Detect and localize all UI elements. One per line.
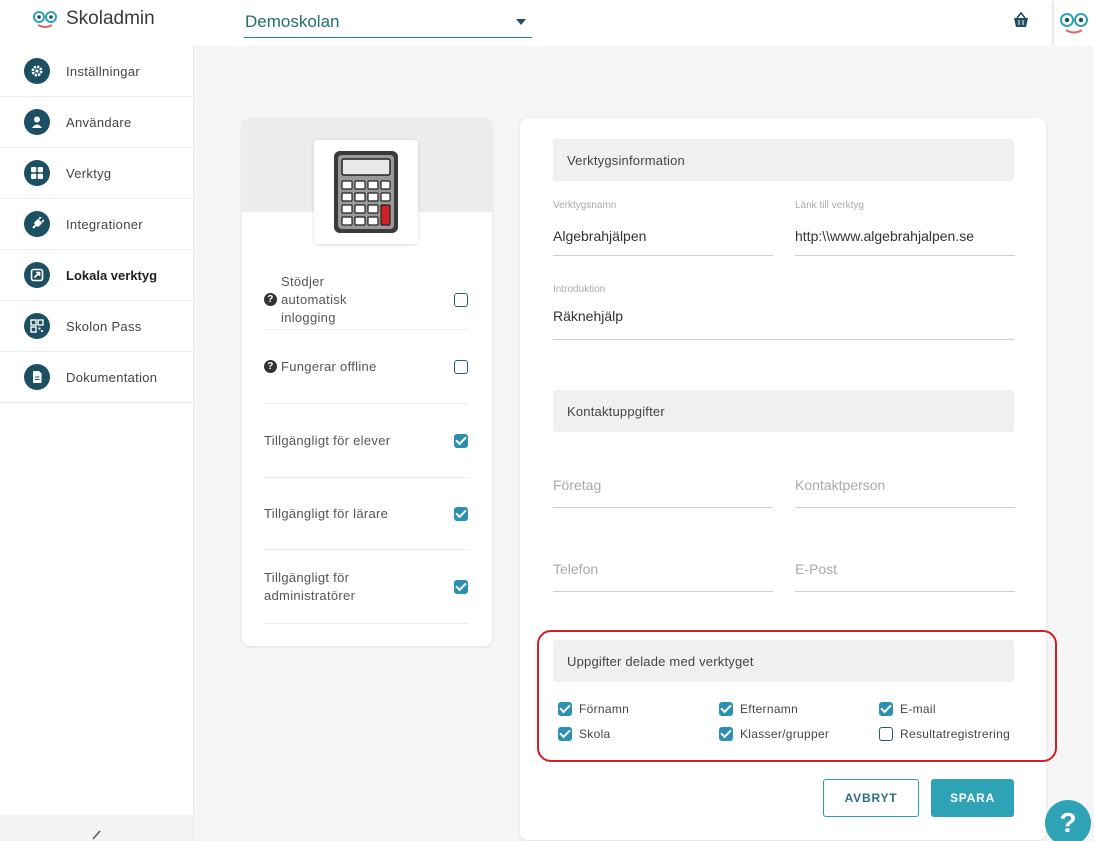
grid-icon bbox=[24, 160, 50, 186]
user-avatar-icon bbox=[1060, 13, 1088, 34]
students-checkbox[interactable] bbox=[454, 433, 468, 448]
company-placeholder: Företag bbox=[553, 477, 602, 493]
sidebar-item-anvandare[interactable]: Användare bbox=[0, 97, 193, 148]
sidebar: Inställningar Användare Verktyg Integrat… bbox=[0, 46, 194, 841]
share-label: Skola bbox=[579, 727, 611, 741]
basket-icon[interactable] bbox=[1012, 12, 1030, 28]
teachers-checkbox[interactable] bbox=[454, 506, 468, 521]
option-label: Tillgängligt för administratörer bbox=[264, 569, 356, 603]
share-label: Efternamn bbox=[740, 702, 799, 716]
school-select[interactable]: Demoskolan bbox=[244, 6, 532, 38]
help-icon[interactable]: ? bbox=[264, 293, 277, 306]
tool-name-label: Verktygsnamn bbox=[553, 200, 617, 211]
option-teachers: Tillgängligt för lärare bbox=[264, 478, 468, 550]
sidebar-item-label: Inställningar bbox=[66, 63, 140, 79]
share-email[interactable]: E-mail bbox=[879, 702, 936, 716]
company-field[interactable]: Företag bbox=[553, 468, 773, 508]
results-checkbox[interactable] bbox=[879, 727, 893, 741]
option-label: Stödjer automatisk inlogging bbox=[281, 273, 347, 325]
contact-heading: Kontaktuppgifter bbox=[553, 390, 1014, 432]
share-school[interactable]: Skola bbox=[558, 727, 611, 741]
offline-checkbox[interactable] bbox=[454, 359, 468, 374]
share-label: Resultatregistrering bbox=[900, 727, 1011, 741]
option-students: Tillgängligt för elever bbox=[264, 404, 468, 478]
tool-image[interactable] bbox=[314, 140, 418, 244]
tool-info-heading: Verktygsinformation bbox=[553, 139, 1014, 181]
document-icon bbox=[24, 364, 50, 390]
share-lastname[interactable]: Efternamn bbox=[719, 702, 798, 716]
contact-person-field[interactable]: Kontaktperson bbox=[795, 468, 1015, 508]
share-firstname[interactable]: Förnamn bbox=[558, 702, 629, 716]
school-select-value: Demoskolan bbox=[245, 11, 340, 31]
firstname-checkbox[interactable] bbox=[558, 702, 572, 716]
sidebar-item-label: Verktyg bbox=[66, 165, 112, 181]
intro-value: Räknehjälp bbox=[553, 308, 624, 324]
gear-icon bbox=[24, 58, 50, 84]
arrow-out-icon bbox=[24, 262, 50, 288]
chevron-down-icon bbox=[516, 18, 526, 25]
email-placeholder: E-Post bbox=[795, 561, 838, 577]
share-label: Förnamn bbox=[579, 702, 630, 716]
option-label: Tillgängligt för elever bbox=[264, 432, 391, 448]
sidebar-item-verktyg[interactable]: Verktyg bbox=[0, 148, 193, 199]
tool-link-label: Länk till verktyg bbox=[795, 200, 864, 211]
option-label: Tillgängligt för lärare bbox=[264, 505, 389, 521]
app-name: Skoladmin bbox=[66, 8, 155, 29]
share-label: Klasser/grupper bbox=[740, 727, 830, 741]
qr-icon bbox=[24, 313, 50, 339]
sidebar-item-label: Användare bbox=[66, 114, 132, 130]
help-icon[interactable]: ? bbox=[264, 360, 277, 373]
user-icon bbox=[24, 109, 50, 135]
sidebar-collapse-button[interactable] bbox=[0, 815, 193, 841]
sidebar-item-label: Skolon Pass bbox=[66, 318, 142, 334]
shared-data-heading: Uppgifter delade med verktyget bbox=[553, 640, 1014, 682]
tool-card: ? Stödjer automatisk inlogging ? Fungera… bbox=[242, 118, 492, 646]
intro-field[interactable]: Introduktion Räknehjälp bbox=[553, 284, 1014, 340]
auto-login-checkbox[interactable] bbox=[454, 292, 468, 307]
user-avatar-button[interactable] bbox=[1054, 0, 1094, 46]
option-label: Fungerar offline bbox=[281, 358, 377, 374]
email-share-checkbox[interactable] bbox=[879, 702, 893, 716]
option-auto-login: ? Stödjer automatisk inlogging bbox=[264, 270, 468, 330]
contact-person-placeholder: Kontaktperson bbox=[795, 477, 886, 493]
help-button[interactable]: ? bbox=[1045, 800, 1091, 841]
share-classes[interactable]: Klasser/grupper bbox=[719, 727, 829, 741]
sidebar-item-label: Integrationer bbox=[66, 216, 143, 232]
option-offline: ? Fungerar offline bbox=[264, 330, 468, 404]
sidebar-item-label: Lokala verktyg bbox=[66, 267, 158, 283]
tool-name-field[interactable]: Verktygsnamn Algebrahjälpen bbox=[553, 200, 773, 256]
sidebar-item-integrationer[interactable]: Integrationer bbox=[0, 199, 193, 250]
classes-checkbox[interactable] bbox=[719, 727, 733, 741]
sidebar-item-installningar[interactable]: Inställningar bbox=[0, 46, 193, 97]
cancel-button[interactable]: AVBRYT bbox=[823, 779, 919, 817]
share-results[interactable]: Resultatregistrering bbox=[879, 727, 1010, 741]
admins-checkbox[interactable] bbox=[454, 579, 468, 594]
save-button[interactable]: SPARA bbox=[931, 779, 1014, 817]
lastname-checkbox[interactable] bbox=[719, 702, 733, 716]
tool-link-value: http:\\www.algebrahjalpen.se bbox=[795, 228, 974, 244]
school-checkbox[interactable] bbox=[558, 727, 572, 741]
email-field[interactable]: E-Post bbox=[795, 552, 1015, 592]
brand[interactable]: Skoladmin bbox=[32, 8, 155, 30]
top-bar: Skoladmin Demoskolan bbox=[0, 0, 1094, 46]
collapse-icon bbox=[92, 830, 101, 840]
share-label: E-mail bbox=[900, 702, 936, 716]
sidebar-item-label: Dokumentation bbox=[66, 369, 158, 385]
skolon-logo-icon bbox=[33, 11, 57, 28]
plug-icon bbox=[24, 211, 50, 237]
intro-label: Introduktion bbox=[553, 284, 606, 295]
phone-field[interactable]: Telefon bbox=[553, 552, 773, 592]
option-admins: Tillgängligt för administratörer bbox=[264, 550, 468, 624]
calculator-icon bbox=[334, 151, 398, 233]
phone-placeholder: Telefon bbox=[553, 561, 599, 577]
tool-name-value: Algebrahjälpen bbox=[553, 228, 647, 244]
tool-link-field[interactable]: Länk till verktyg http:\\www.algebrahjal… bbox=[795, 200, 1015, 256]
sidebar-item-dokumentation[interactable]: Dokumentation bbox=[0, 352, 193, 403]
sidebar-item-lokala-verktyg[interactable]: Lokala verktyg bbox=[0, 250, 193, 301]
sidebar-item-skolon-pass[interactable]: Skolon Pass bbox=[0, 301, 193, 352]
